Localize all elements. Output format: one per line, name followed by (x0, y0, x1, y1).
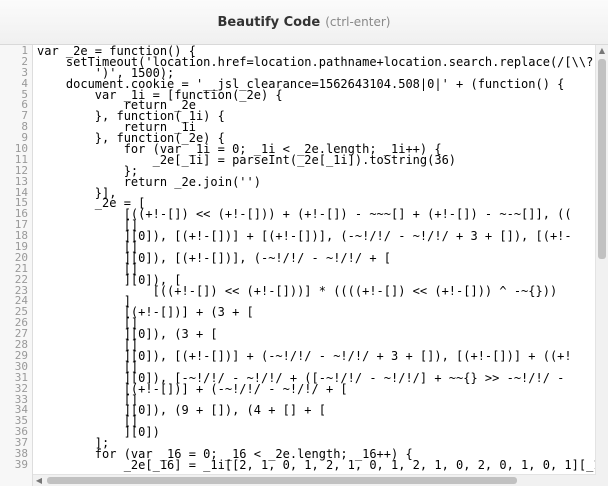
dialog-title: Beautify Code (217, 14, 321, 30)
line-number: 39 (14, 457, 28, 471)
code-editor[interactable]: 1 var _2e = function() {2 setTimeout('loc… (0, 45, 608, 486)
dialog-titlebar: Beautify Code (ctrl-enter) (0, 0, 608, 45)
shortcut-hint: (ctrl-enter) (325, 15, 391, 29)
scroll-left-icon[interactable]: ◀ (33, 475, 45, 486)
vertical-scrollbar[interactable]: ▲ (595, 45, 608, 486)
vertical-scroll-thumb[interactable] (598, 59, 606, 259)
code-lines: 1 var _2e = function() {2 setTimeout('loc… (0, 45, 608, 472)
beautify-code-window: Beautify Code (ctrl-enter) 1 var _2e = fu… (0, 0, 608, 486)
code-text: _2e[_16] = _1i[[2, 1, 0, 1, 2, 1, 0, 1, … (37, 457, 601, 472)
code-line: 39 _2e[_16] = _1i[[2, 1, 0, 1, 2, 1, 0, … (0, 457, 608, 472)
scroll-up-icon[interactable]: ▲ (596, 45, 608, 57)
horizontal-scroll-thumb[interactable] (47, 477, 517, 484)
horizontal-scrollbar[interactable]: ◀ (33, 474, 596, 486)
